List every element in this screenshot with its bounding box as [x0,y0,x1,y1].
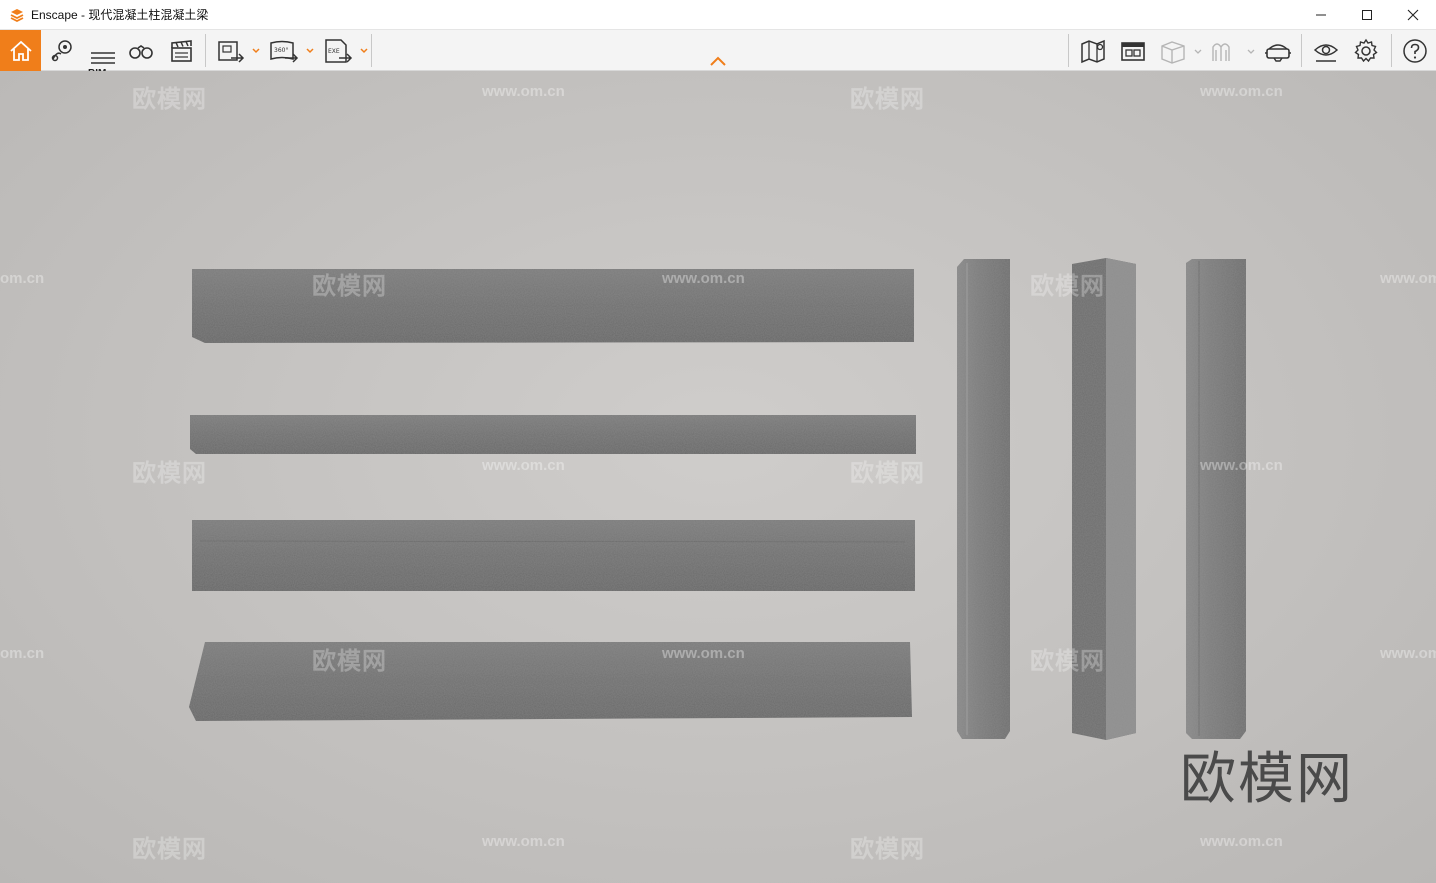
asset-library-button[interactable] [1115,30,1151,71]
watermark-url: om.cn [0,270,45,287]
panorama-export-button[interactable]: 360° [266,30,316,71]
maximize-icon [1362,10,1372,20]
watermark-url: www.om.cn [482,457,565,474]
video-editor-button[interactable] [163,30,199,71]
close-button[interactable] [1390,0,1436,30]
render-viewport[interactable]: 欧模网 欧模网 欧模网 欧模网 欧模网 欧模网 欧模网 欧模网 欧模网 欧模网 … [0,71,1436,883]
view-cube-button [1156,30,1204,71]
asset-library-icon [1121,41,1145,61]
help-icon [1403,38,1427,63]
home-button[interactable] [0,30,41,71]
vr-headset-icon [1265,43,1291,62]
watermark-logo: 欧模网 [850,836,925,863]
screenshot-export-button[interactable] [212,30,262,71]
map-button[interactable] [1075,30,1111,71]
watermark-logo: 欧模网 [1030,273,1105,300]
enscape-logo-icon [10,8,24,22]
watermark-url: om.cn [0,645,45,662]
watermark-url: www.om.cn [482,833,565,850]
watermark-url: www.om.cn [482,83,565,100]
concrete-beam [192,520,915,591]
bim-list-icon [91,51,115,64]
watermark-url: www.om.cn [1380,645,1436,662]
watermark-logo: 欧模网 [850,86,925,113]
walkthrough-icon [1212,42,1255,61]
panorama-label: 360° [274,47,288,54]
watermark-logo: 欧模网 [1030,648,1105,675]
binoculars-button[interactable] [123,30,159,71]
settings-button[interactable] [1348,30,1384,71]
concrete-beam [189,642,912,721]
concrete-column [957,259,1010,739]
exe-export-button[interactable]: EXE [320,30,370,71]
concrete-column [1186,259,1246,739]
binoculars-icon [129,44,153,59]
watermark-url: www.om.cn [1200,83,1283,100]
help-button[interactable] [1397,30,1433,71]
watermark-logo: 欧模网 [850,460,925,487]
toolbar-separator [371,34,372,67]
bim-button[interactable] [84,30,120,71]
watermark-url: www.om.cn [662,645,745,662]
maximize-button[interactable] [1344,0,1390,30]
exe-label: EXE [328,48,340,55]
home-icon [9,40,32,61]
location-pin-icon [51,39,72,61]
toolbar-separator [1301,34,1302,67]
close-icon [1407,9,1419,21]
map-icon [1081,39,1105,63]
minimize-icon [1316,14,1326,16]
watermark-logo: 欧模网 [132,836,207,863]
screenshot-export-icon [218,40,260,63]
gear-icon [1354,38,1378,62]
vr-headset-button[interactable] [1260,30,1296,71]
view-cube-icon [1161,40,1202,64]
concrete-beam [190,415,916,454]
watermark-url: www.om.cn [1200,833,1283,850]
location-button[interactable] [44,30,80,71]
toolbar-separator [1068,34,1069,67]
watermark-logo: 欧模网 [132,86,207,113]
toolbar-separator [205,34,206,67]
concrete-beam [192,269,914,343]
visual-settings-button[interactable] [1308,30,1344,71]
panorama-export-icon: 360° [270,40,314,63]
watermark-url: www.om.cn [1200,457,1283,474]
window-title: Enscape - 现代混凝土柱混凝土梁 [31,8,209,22]
collapse-toolbar-chevron-icon[interactable] [708,55,728,67]
minimize-button[interactable] [1298,0,1344,30]
watermark-logo: 欧模网 [312,648,387,675]
eye-icon [1313,43,1339,62]
watermark-logo: 欧模网 [312,273,387,300]
walkthrough-button [1207,30,1257,71]
title-bar: Enscape - 现代混凝土柱混凝土梁 [0,0,1436,30]
toolbar-separator [1391,34,1392,67]
watermark-url: www.om.cn [1380,270,1436,287]
exe-export-icon: EXE [325,38,368,63]
watermark-url: www.om.cn [662,270,745,287]
watermark-logo: 欧模网 [132,460,207,487]
watermark-logo-large: 欧模网 [1180,747,1354,810]
clapperboard-icon [171,39,192,62]
